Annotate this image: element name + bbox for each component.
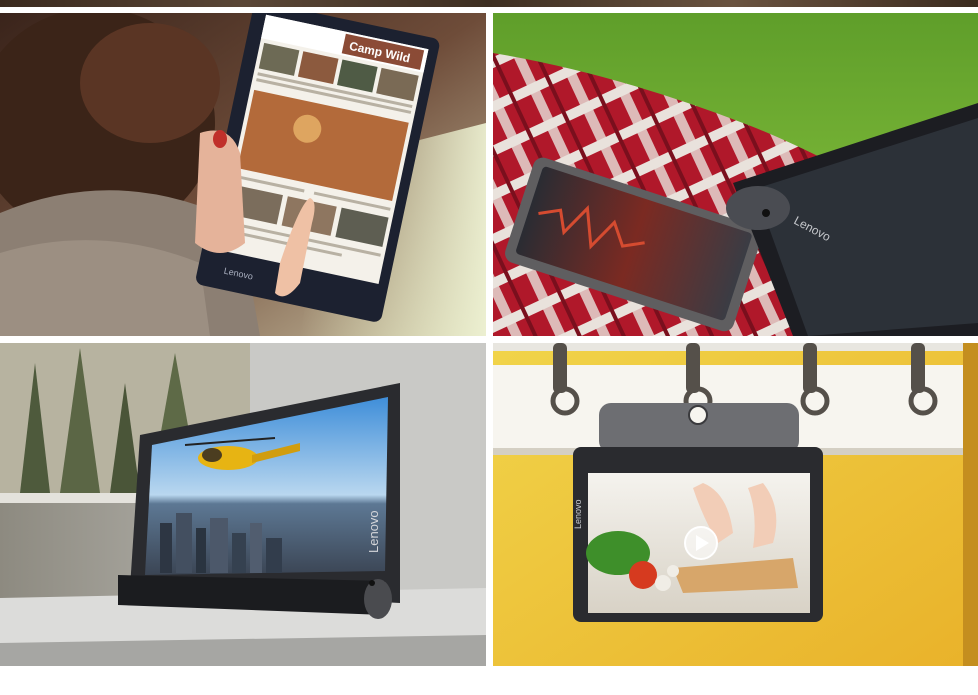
photo-tablet-stand: Lenovo [0,343,486,666]
hand [195,130,245,253]
picnic-scene: Lenovo [493,13,978,336]
page-bottom [0,673,978,695]
photo-picnic-blanket: Lenovo [493,13,978,336]
brand-label: Lenovo [366,510,381,553]
photo-hanging-tablet: Lenovo [493,343,978,666]
hanging-scene: Lenovo [493,343,978,666]
photo-reading-tablet: Camp Wild Lenovo [0,13,486,336]
top-photo-strip [0,0,978,7]
brand-label: Lenovo [573,499,583,529]
tablet-device: Lenovo [573,403,823,622]
reading-scene: Camp Wild Lenovo [0,13,486,336]
stand-scene: Lenovo [0,343,486,666]
